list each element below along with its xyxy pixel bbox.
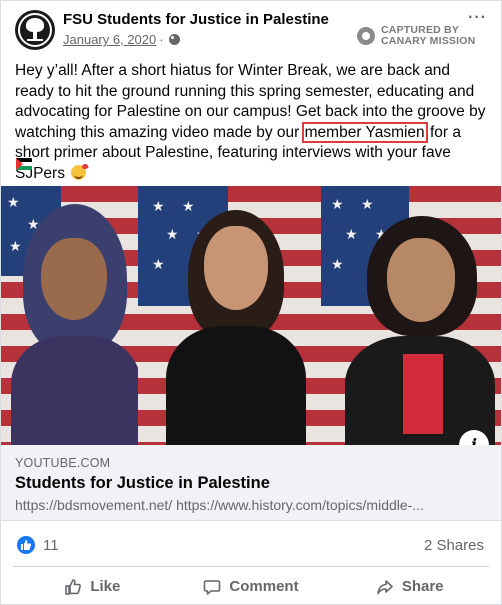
highlighted-mention: member Yasmien <box>301 121 428 143</box>
post-text: Hey y’all! After a short hiatus for Wint… <box>15 61 491 184</box>
photo-panel-middle: ★ ★ ★ ★ ★ <box>138 186 321 445</box>
share-count[interactable]: 2 Shares <box>424 537 484 554</box>
more-options-icon[interactable]: ··· <box>468 9 487 27</box>
comment-button[interactable]: Comment <box>172 567 331 605</box>
link-domain: YOUTUBE.COM <box>15 456 111 470</box>
like-button[interactable]: Like <box>13 567 172 605</box>
page-name-link[interactable]: FSU Students for Justice in Palestine <box>63 11 329 28</box>
comment-label: Comment <box>229 578 299 595</box>
like-label: Like <box>90 578 121 595</box>
smiling-face-with-hearts-icon <box>71 164 87 180</box>
facebook-post-card: FSU Students for Justice in Palestine Ja… <box>0 0 502 605</box>
post-header: FSU Students for Justice in Palestine Ja… <box>1 1 501 55</box>
comment-icon <box>204 579 221 595</box>
thumbs-up-icon <box>65 578 82 595</box>
page-avatar[interactable] <box>15 10 55 50</box>
post-actions: Like Comment Share <box>13 566 489 605</box>
link-preview-image[interactable]: ★ ★ ★ ★ ★ ★ ★ ★ ★ ★ ★ ★ ★ <box>1 186 501 445</box>
share-arrow-icon <box>377 579 393 594</box>
post-date-link[interactable]: January 6, 2020 <box>63 32 156 47</box>
canary-mission-logo-icon <box>357 27 375 45</box>
watermark-line2: CANARY MISSION <box>381 35 476 47</box>
globe-icon <box>168 34 180 45</box>
link-description: https://bdsmovement.net/ https://www.his… <box>15 497 425 513</box>
photo-panel-left: ★ ★ ★ <box>1 186 138 445</box>
like-reaction-icon[interactable] <box>17 536 35 554</box>
post-meta: January 6, 2020 · <box>63 32 180 47</box>
reactions-bar: 11 2 Shares <box>1 521 501 567</box>
reaction-count[interactable]: 11 <box>43 537 59 554</box>
link-title[interactable]: Students for Justice in Palestine <box>15 474 270 493</box>
share-button[interactable]: Share <box>330 567 489 605</box>
link-preview[interactable]: YOUTUBE.COM Students for Justice in Pale… <box>1 445 501 521</box>
photo-panel-right: ★ ★ ★ ★ ★ <box>321 186 501 445</box>
canary-mission-watermark: CAPTURED BY CANARY MISSION <box>357 25 475 47</box>
meta-separator: · <box>159 32 164 47</box>
share-label: Share <box>401 578 444 595</box>
palestine-flag-icon <box>16 158 32 170</box>
